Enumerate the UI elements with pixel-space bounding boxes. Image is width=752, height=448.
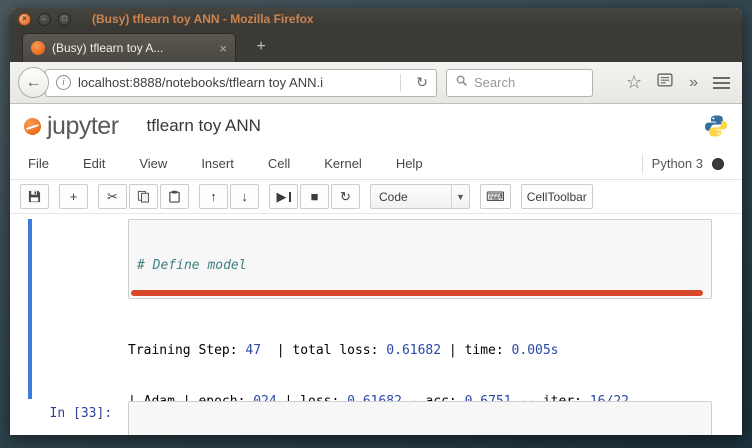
running-cell-editor[interactable]: # Define model model = tflearn.DNN(net) … <box>128 219 712 299</box>
reload-icon[interactable]: ↻ <box>408 74 436 91</box>
kernel-busy-indicator <box>712 157 724 170</box>
clipboard-icon <box>168 190 181 203</box>
copy-icon <box>137 190 150 203</box>
firefox-window: × – ☐ (Busy) tflearn toy ANN - Mozilla F… <box>10 8 742 435</box>
cell-horizontal-scrollbar[interactable] <box>131 290 703 296</box>
notebook-area: # Define model model = tflearn.DNN(net) … <box>10 214 742 435</box>
back-button[interactable]: ← <box>18 67 49 98</box>
window-minimize-button[interactable]: – <box>38 12 51 26</box>
cell-prompt: In [33]: <box>49 406 120 421</box>
notebook-menubar: File Edit View Insert Cell Kernel Help P… <box>10 148 742 180</box>
code-line: # Define model <box>137 258 247 273</box>
arrow-down-icon: ↓ <box>241 189 248 204</box>
jupyter-logo-text: jupyter <box>47 111 119 140</box>
jupyter-planet-icon <box>24 117 41 135</box>
search-icon <box>455 74 468 92</box>
restart-icon: ↻ <box>340 188 351 204</box>
bookmarks-panel-icon[interactable] <box>657 72 674 93</box>
window-maximize-button[interactable]: ☐ <box>58 12 71 26</box>
jupyter-logo[interactable]: jupyter <box>24 112 119 141</box>
menu-item-edit[interactable]: Edit <box>83 156 105 171</box>
jupyter-header: jupyter tflearn toy ANN <box>10 104 742 148</box>
desktop-background: × – ☐ (Busy) tflearn toy ANN - Mozilla F… <box>0 0 752 448</box>
menu-item-kernel[interactable]: Kernel <box>324 156 362 171</box>
add-cell-button[interactable]: + <box>59 184 88 209</box>
move-cell-up-button[interactable]: ↑ <box>199 184 228 209</box>
save-button[interactable] <box>20 184 49 209</box>
save-icon <box>28 190 41 203</box>
celltoolbar-button[interactable]: CellToolbar <box>520 184 593 209</box>
menu-hamburger-icon[interactable] <box>713 76 730 89</box>
menu-item-cell[interactable]: Cell <box>268 156 290 171</box>
urlbar-divider <box>400 73 401 92</box>
tab-title: (Busy) tflearn toy A... <box>52 41 164 55</box>
run-icon: ▶ <box>276 188 287 204</box>
search-input[interactable] <box>474 75 584 90</box>
cell-type-select[interactable]: Code ▼ <box>370 184 470 209</box>
copy-cell-button[interactable] <box>129 184 158 209</box>
arrow-up-icon: ↑ <box>210 189 217 204</box>
chevron-down-icon: ▼ <box>451 185 469 208</box>
menu-item-help[interactable]: Help <box>396 156 423 171</box>
output-line: Training Step: 47 | total loss: 0.61682 … <box>128 343 559 358</box>
next-cell-editor[interactable]: for i,t in enumerate(test_x): <box>128 401 712 435</box>
celltoolbar-label: CellToolbar <box>526 189 587 204</box>
keyboard-icon: ⌨ <box>486 188 505 204</box>
kernel-name: Python 3 <box>651 156 703 171</box>
cut-cell-button[interactable]: ✂ <box>98 184 127 209</box>
menu-item-insert[interactable]: Insert <box>201 156 234 171</box>
bookmark-star-icon[interactable]: ☆ <box>626 72 642 93</box>
scissors-icon: ✂ <box>107 188 118 204</box>
new-tab-button[interactable]: + <box>248 37 274 58</box>
kernel-indicator-area: Python 3 <box>641 153 724 174</box>
move-cell-down-button[interactable]: ↓ <box>230 184 259 209</box>
notebook-toolbar: + ✂ ↑ ↓ ▶ ■ ↻ Code ▼ ⌨ CellToolbar <box>10 180 742 214</box>
jupyter-page: jupyter tflearn toy ANN File Edit View I… <box>10 104 742 435</box>
paste-cell-button[interactable] <box>160 184 189 209</box>
site-info-icon[interactable]: i <box>56 75 71 90</box>
kernel-separator <box>641 153 643 174</box>
menu-item-view[interactable]: View <box>139 156 167 171</box>
plus-icon: + <box>69 189 78 204</box>
command-palette-button[interactable]: ⌨ <box>480 184 511 209</box>
search-box[interactable] <box>446 68 593 97</box>
restart-kernel-button[interactable]: ↻ <box>331 184 360 209</box>
interrupt-kernel-button[interactable]: ■ <box>300 184 329 209</box>
browser-tab-bar: (Busy) tflearn toy A... × + <box>10 30 742 62</box>
window-title: (Busy) tflearn toy ANN - Mozilla Firefox <box>92 12 314 26</box>
jupyter-favicon-icon <box>31 41 45 55</box>
window-titlebar[interactable]: × – ☐ (Busy) tflearn toy ANN - Mozilla F… <box>10 8 742 30</box>
run-cell-button[interactable]: ▶ <box>269 184 298 209</box>
run-icon-bar <box>288 191 291 202</box>
window-close-button[interactable]: × <box>18 12 31 26</box>
toolbar-overflow-icon[interactable]: » <box>689 74 698 92</box>
python-logo-icon <box>704 114 728 138</box>
browser-tab[interactable]: (Busy) tflearn toy A... × <box>22 33 236 62</box>
notebook-title[interactable]: tflearn toy ANN <box>147 116 261 136</box>
tab-close-button[interactable]: × <box>219 42 227 55</box>
url-bar[interactable]: i ↻ <box>45 68 437 97</box>
url-input[interactable] <box>78 75 393 90</box>
stop-icon: ■ <box>310 189 319 204</box>
menu-item-file[interactable]: File <box>28 156 49 171</box>
cell-type-value: Code <box>379 189 408 204</box>
selected-cell-indicator <box>28 219 32 399</box>
browser-navbar: ← i ↻ ☆ » <box>10 62 742 104</box>
